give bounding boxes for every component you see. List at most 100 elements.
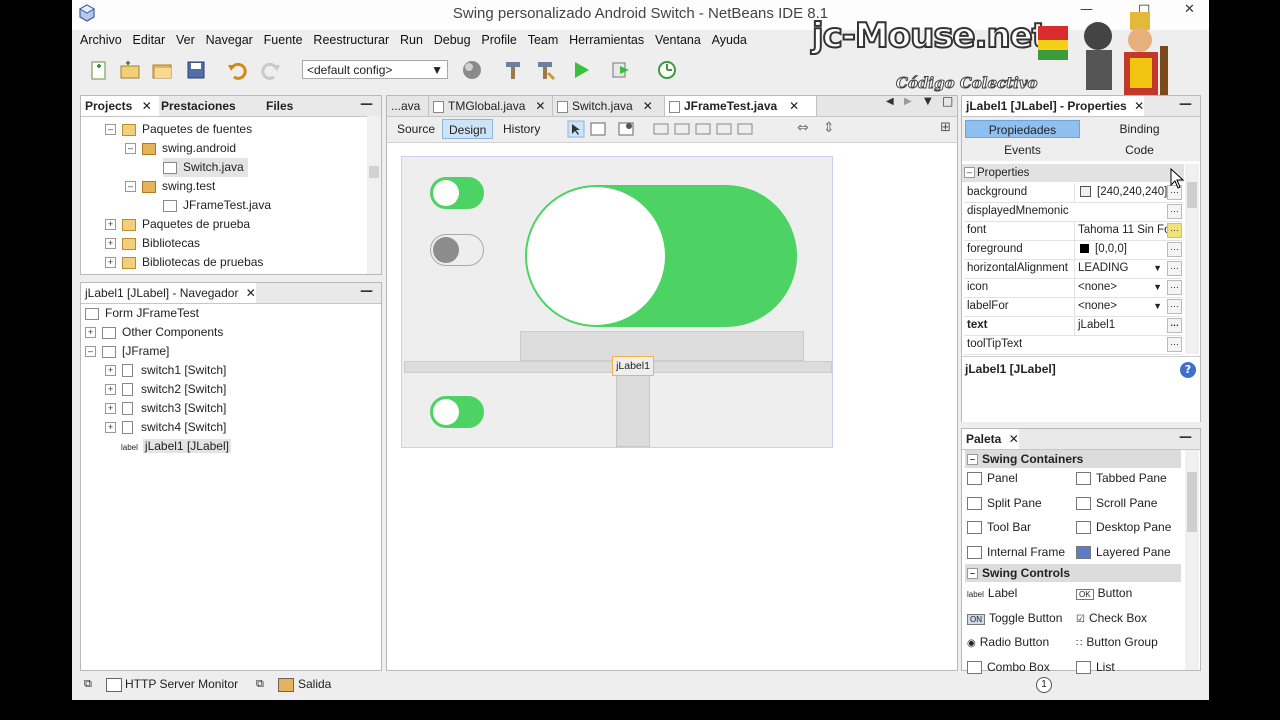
clean-build-icon[interactable] — [534, 59, 556, 81]
prop-displayed-mnemonic[interactable]: displayedMnemonic… — [964, 202, 1182, 222]
properties-scrollbar[interactable] — [1185, 164, 1199, 354]
expand-icon[interactable]: + — [105, 257, 116, 269]
expand-icon[interactable]: + — [105, 219, 116, 231]
tab-propiedades[interactable]: Propiedades — [965, 120, 1080, 138]
expand-icon[interactable]: + — [105, 238, 116, 250]
run-icon[interactable] — [570, 59, 592, 81]
edit-ellipsis-button[interactable]: … — [1167, 204, 1182, 219]
tab-palette[interactable]: Paleta ✕ — [962, 429, 1019, 449]
chevron-down-icon[interactable]: ▼ — [1153, 259, 1162, 278]
palette-toggle-button[interactable]: ON Toggle Button — [967, 608, 1062, 628]
restore-window-icon[interactable]: ⧉ — [256, 678, 264, 691]
editor-tab-overflow[interactable]: ...ava — [387, 96, 429, 116]
tab-navigator[interactable]: jLabel1 [JLabel] - Navegador ✕ — [81, 283, 256, 303]
collapse-icon[interactable]: – — [967, 454, 978, 466]
undo-icon[interactable] — [226, 59, 248, 81]
nav-item-switch1[interactable]: + switch1 [Switch] — [105, 361, 226, 380]
close-icon[interactable]: ✕ — [142, 99, 152, 113]
tab-list-icon[interactable]: ▼ — [924, 96, 932, 107]
tab-files[interactable]: Files — [266, 96, 293, 116]
connection-mode-icon[interactable] — [589, 120, 607, 138]
help-icon[interactable]: ? — [1180, 362, 1196, 378]
switch2[interactable] — [430, 234, 484, 266]
tree-item-test-packages[interactable]: + Paquetes de prueba — [105, 215, 250, 234]
notifications-badge[interactable]: 1 — [1036, 677, 1052, 693]
status-http-server-monitor[interactable]: HTTP Server Monitor — [125, 677, 238, 691]
menu-archivo[interactable]: Archivo — [80, 33, 122, 47]
palette-panel-item[interactable]: Panel — [967, 468, 1018, 488]
menu-navegar[interactable]: Navegar — [206, 33, 253, 47]
collapse-icon[interactable]: – — [967, 568, 978, 580]
profile-icon[interactable] — [656, 59, 678, 81]
globe-icon[interactable] — [461, 59, 483, 81]
edit-ellipsis-button[interactable]: … — [1167, 223, 1182, 238]
tab-history[interactable]: History — [497, 119, 546, 139]
tree-item-package-swing-android[interactable]: – swing.android — [125, 139, 236, 158]
preview-icon[interactable] — [617, 120, 635, 138]
tab-binding[interactable]: Binding — [1082, 120, 1197, 138]
collapse-icon[interactable]: – — [125, 181, 136, 193]
resize-vertical-icon[interactable]: ⇕ — [823, 120, 835, 136]
new-project-icon[interactable] — [119, 59, 141, 81]
tree-item-source-packages[interactable]: – Paquetes de fuentes — [105, 120, 252, 139]
expand-icon[interactable]: + — [105, 422, 116, 434]
tree-item-jframetest-java[interactable]: JFrameTest.java — [163, 196, 271, 215]
tab-scroll-right-icon[interactable]: ▶ — [904, 96, 912, 107]
nav-item-switch2[interactable]: + switch2 [Switch] — [105, 380, 226, 399]
chevron-down-icon[interactable]: ▼ — [1153, 297, 1162, 316]
menu-ventana[interactable]: Ventana — [655, 33, 701, 47]
minimize-panel-icon[interactable]: — — [1179, 97, 1192, 112]
tree-item-switch-java[interactable]: Switch.java — [163, 158, 248, 177]
palette-desktop-pane[interactable]: Desktop Pane — [1076, 517, 1171, 537]
prop-horizontal-alignment[interactable]: horizontalAlignment LEADING ▼… — [964, 259, 1182, 279]
edit-ellipsis-button[interactable]: … — [1167, 318, 1182, 333]
close-icon[interactable]: ✕ — [789, 99, 799, 113]
build-hammer-icon[interactable] — [502, 59, 524, 81]
restore-window-icon[interactable]: ⧉ — [84, 678, 92, 691]
close-icon[interactable]: ✕ — [1134, 99, 1144, 113]
collapse-icon[interactable]: – — [85, 346, 96, 358]
edit-ellipsis-button[interactable]: … — [1167, 299, 1182, 314]
expand-icon[interactable]: + — [105, 384, 116, 396]
switch4[interactable] — [430, 396, 484, 428]
tab-properties[interactable]: jLabel1 [JLabel] - Properties ✕ — [962, 96, 1145, 116]
minimize-panel-icon[interactable]: — — [360, 97, 373, 112]
palette-tabbed-pane[interactable]: Tabbed Pane — [1076, 468, 1167, 488]
status-salida[interactable]: Salida — [298, 677, 331, 691]
minimize-panel-icon[interactable]: — — [360, 284, 373, 299]
prop-icon[interactable]: icon <none> ▼… — [964, 278, 1182, 298]
menu-ver[interactable]: Ver — [176, 33, 195, 47]
palette-section-containers[interactable]: – Swing Containers — [965, 450, 1181, 468]
close-icon[interactable]: ✕ — [246, 286, 256, 300]
collapse-icon[interactable]: – — [125, 143, 136, 155]
chevron-down-icon[interactable]: ▼ — [1153, 278, 1162, 297]
menu-reestructurar[interactable]: Reestructurar — [313, 33, 389, 47]
edit-ellipsis-button[interactable]: … — [1167, 242, 1182, 257]
alignment-icons[interactable] — [653, 120, 763, 138]
menu-editar[interactable]: Editar — [133, 33, 166, 47]
selection-mode-icon[interactable] — [567, 120, 585, 138]
tab-source[interactable]: Source — [391, 119, 441, 139]
nav-item-jframe[interactable]: – [JFrame] — [85, 342, 169, 361]
palette-scrollbar[interactable] — [1185, 450, 1199, 670]
edit-ellipsis-button[interactable]: … — [1167, 280, 1182, 295]
nav-item-switch4[interactable]: + switch4 [Switch] — [105, 418, 226, 437]
tab-design[interactable]: Design — [442, 119, 494, 139]
menu-run[interactable]: Run — [400, 33, 423, 47]
switch3[interactable] — [525, 185, 797, 327]
tab-prestaciones[interactable]: Prestaciones — [161, 96, 236, 116]
palette-check-box[interactable]: ☑ Check Box — [1076, 608, 1147, 628]
palette-radio-button[interactable]: ◉ Radio Button — [967, 632, 1049, 652]
palette-layered-pane[interactable]: Layered Pane — [1076, 542, 1171, 562]
projects-scrollbar[interactable] — [367, 116, 381, 274]
tab-projects[interactable]: Projects ✕ — [81, 96, 159, 116]
grid-icon[interactable]: ⊞ — [940, 120, 951, 135]
editor-tab-switch[interactable]: Switch.java ✕ — [553, 96, 665, 116]
menu-profile[interactable]: Profile — [481, 33, 516, 47]
editor-tab-jframetest[interactable]: JFrameTest.java ✕ — [665, 96, 817, 116]
palette-button[interactable]: OK Button — [1076, 583, 1132, 603]
palette-scroll-pane[interactable]: Scroll Pane — [1076, 493, 1157, 513]
prop-background[interactable]: background [240,240,240]… — [964, 183, 1182, 203]
collapse-icon[interactable]: – — [105, 124, 116, 136]
properties-section[interactable]: – Properties — [962, 164, 1184, 182]
